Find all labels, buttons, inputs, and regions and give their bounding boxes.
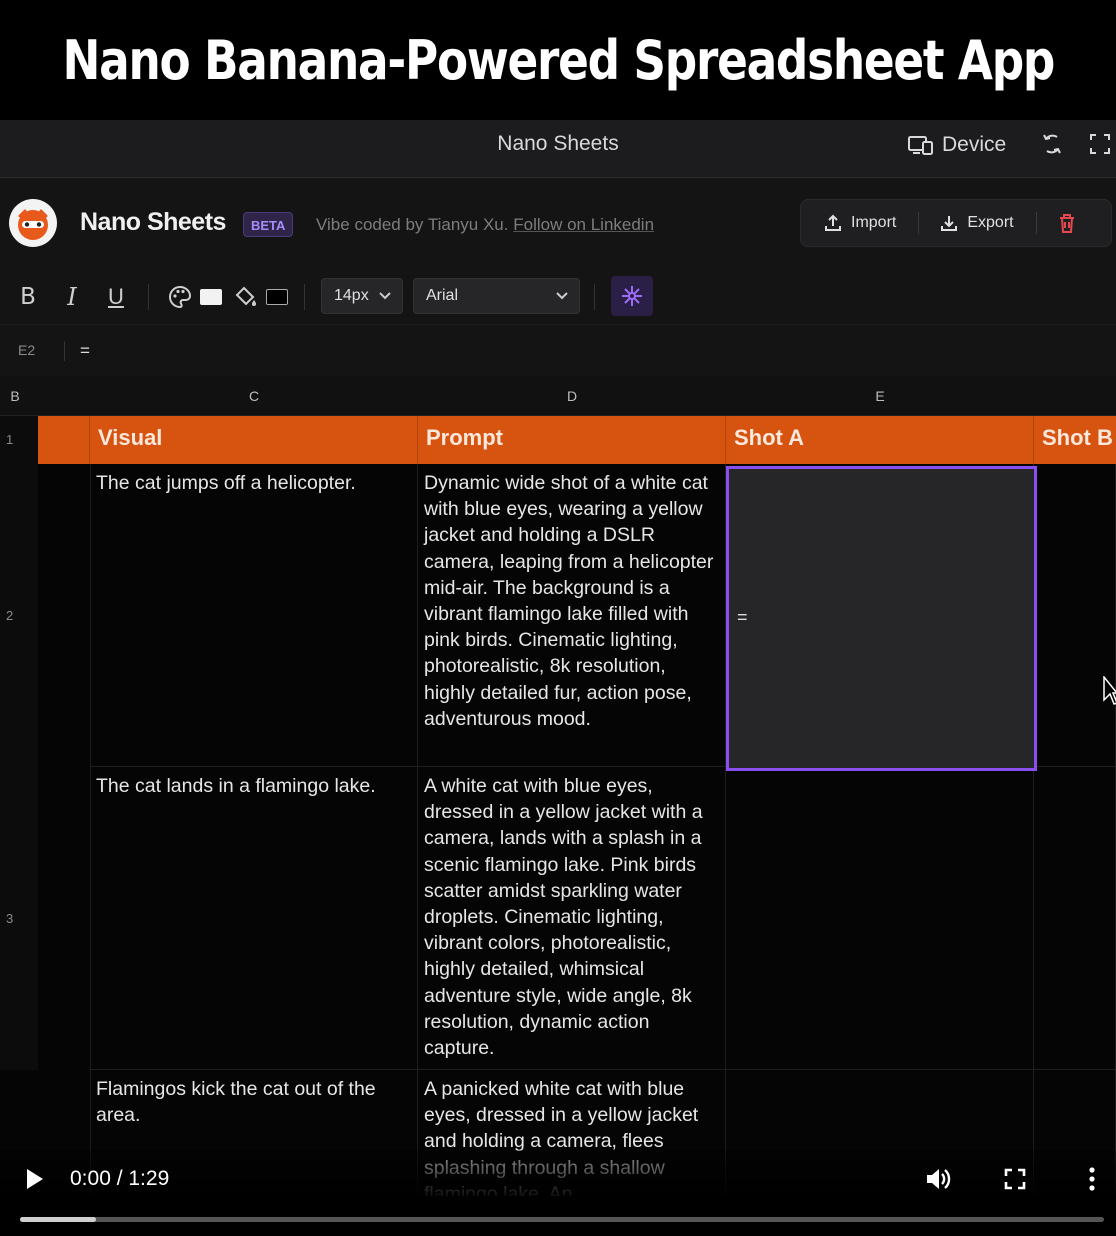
rotate-icon[interactable]: [1040, 132, 1064, 156]
header-cell-visual[interactable]: Visual: [90, 416, 418, 464]
sparkle-ai-icon: [622, 286, 642, 306]
app-name: Nano Sheets: [80, 208, 226, 236]
header-row: Visual Prompt Shot A Shot B: [38, 416, 1116, 464]
selected-cell-e2[interactable]: =: [726, 466, 1037, 771]
cell-reference: E2: [18, 342, 36, 358]
import-label: Import: [851, 214, 897, 231]
formula-bar: E2 =: [0, 324, 1116, 376]
more-options-icon[interactable]: [1078, 1165, 1106, 1193]
beta-badge: BETA: [243, 212, 294, 237]
cell-c3[interactable]: The cat lands in a flamingo lake.: [90, 767, 418, 1070]
device-button[interactable]: Device: [908, 130, 1006, 160]
text-color-swatch[interactable]: [200, 289, 222, 305]
video-time: 0:00 / 1:29: [70, 1167, 170, 1190]
action-divider: [1035, 212, 1037, 234]
font-family-value: Arial: [426, 287, 459, 304]
video-fullscreen-icon[interactable]: [1001, 1165, 1029, 1193]
italic-icon[interactable]: I: [60, 282, 84, 312]
row-header-1[interactable]: 1: [0, 416, 38, 464]
column-header-b[interactable]: B: [0, 376, 30, 416]
header-cell-shot-b[interactable]: Shot B: [1034, 416, 1116, 464]
cell-d3[interactable]: A white cat with blue eyes, dressed in a…: [418, 767, 726, 1070]
volume-icon[interactable]: [924, 1165, 952, 1193]
video-progress-bar[interactable]: [20, 1217, 1104, 1222]
credit-author: Vibe coded by Tianyu Xu.: [316, 215, 509, 234]
mouse-cursor-icon: [1103, 676, 1116, 705]
toolbar-divider: [594, 284, 595, 310]
import-button[interactable]: Import: [823, 199, 896, 247]
chevron-down-icon: [379, 292, 391, 300]
chevron-down-icon: [556, 292, 568, 300]
cell-f3[interactable]: [1034, 767, 1116, 1070]
file-actions: Import Export: [800, 199, 1112, 247]
cell-c2[interactable]: The cat jumps off a helicopter.: [90, 464, 418, 767]
cell-d2[interactable]: Dynamic wide shot of a white cat with bl…: [418, 464, 726, 767]
upload-icon: [825, 214, 841, 231]
play-icon[interactable]: [22, 1167, 46, 1191]
font-size-select[interactable]: 14px: [321, 278, 403, 314]
fullscreen-icon[interactable]: [1088, 132, 1112, 156]
cell-f2[interactable]: [1034, 464, 1116, 767]
banner-title: Nano Banana-Powered Spreadsheet App: [62, 28, 1055, 92]
video-progress-fill: [20, 1217, 96, 1222]
font-size-value: 14px: [334, 287, 369, 304]
fill-color-swatch[interactable]: [266, 289, 288, 305]
export-label: Export: [967, 214, 1014, 231]
video-banner: Nano Banana-Powered Spreadsheet App: [0, 0, 1116, 120]
video-controls: 0:00 / 1:29: [0, 1150, 1116, 1236]
app-logo-icon: [9, 199, 57, 247]
column-header-e[interactable]: E: [726, 376, 1034, 416]
credit-text: Vibe coded by Tianyu Xu. Follow on Linke…: [316, 215, 654, 235]
toolbar-divider: [304, 284, 305, 310]
column-header-d[interactable]: D: [418, 376, 726, 416]
header-cell-b[interactable]: [38, 416, 90, 464]
export-button[interactable]: Export: [939, 199, 1014, 247]
format-toolbar: B I U 14px Arial: [0, 270, 1116, 324]
column-header-c[interactable]: C: [90, 376, 418, 416]
palette-icon[interactable]: [168, 285, 192, 309]
underline-icon[interactable]: U: [104, 282, 128, 312]
window-titlebar: Nano Sheets Device: [0, 120, 1116, 178]
font-family-select[interactable]: Arial: [413, 278, 580, 314]
formula-input[interactable]: =: [80, 341, 90, 361]
cell-editor-value[interactable]: =: [737, 607, 748, 628]
bold-icon[interactable]: B: [16, 282, 40, 312]
app-header: Nano Sheets BETA Vibe coded by Tianyu Xu…: [0, 178, 1116, 270]
header-cell-shot-a[interactable]: Shot A: [726, 416, 1034, 464]
cell-e3[interactable]: [726, 767, 1034, 1070]
device-icon: [908, 136, 933, 155]
toolbar-divider: [148, 284, 149, 310]
ai-generate-button[interactable]: [611, 276, 653, 316]
action-divider: [918, 212, 920, 234]
column-headers: B C D E: [0, 376, 1116, 416]
device-label: Device: [942, 133, 1007, 156]
row-header-3[interactable]: 3: [0, 767, 38, 1070]
download-icon: [941, 216, 958, 231]
row-header-2[interactable]: 2: [0, 464, 38, 767]
fill-bucket-icon[interactable]: [234, 285, 258, 309]
formula-divider: [64, 341, 65, 361]
header-cell-prompt[interactable]: Prompt: [418, 416, 726, 464]
trash-icon[interactable]: [1057, 212, 1077, 234]
linkedin-link[interactable]: Follow on Linkedin: [513, 215, 654, 234]
spreadsheet-grid: 1 2 3 Visual Prompt Shot A Shot B The ca…: [0, 416, 1116, 1196]
